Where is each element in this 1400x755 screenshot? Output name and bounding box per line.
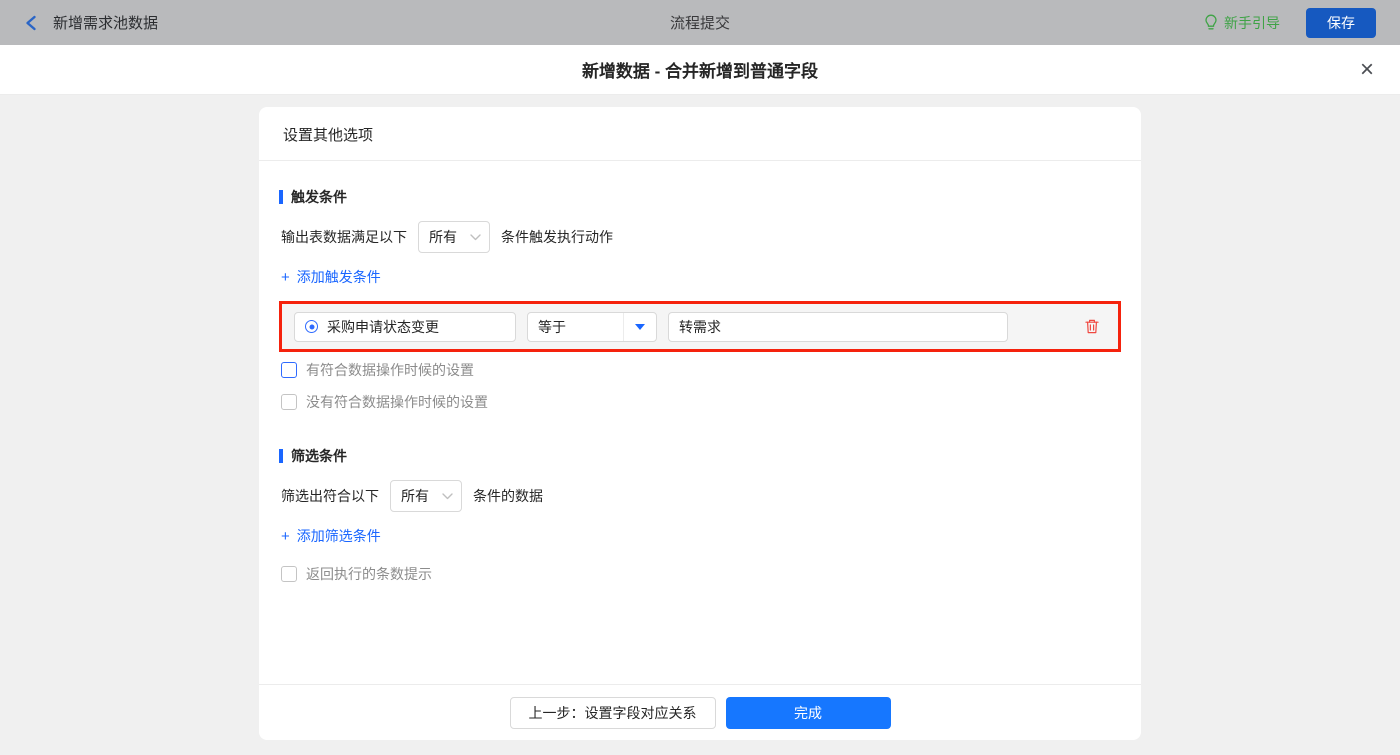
topbar: 新增需求池数据 流程提交 新手引导 保存 — [0, 0, 1400, 45]
chevron-down-icon — [470, 233, 481, 241]
page-title: 流程提交 — [669, 15, 730, 32]
checkbox-row-no-match: 没有符合数据操作时候的设置 — [281, 392, 1121, 412]
add-trigger-condition-link[interactable]: + 添加触发条件 — [281, 267, 381, 287]
condition-field-input[interactable]: 采购申请状态变更 — [294, 311, 516, 342]
panel-header: 设置其他选项 — [259, 107, 1141, 161]
trigger-condition-row: 采购申请状态变更 等于 转需求 — [279, 301, 1121, 352]
add-filter-condition-label: 添加筛选条件 — [296, 528, 381, 544]
trash-icon[interactable] — [1084, 318, 1100, 335]
options-panel: 设置其他选项 触发条件 输出表数据满足以下 所有 条件触发执行动作 + 添加触发… — [259, 107, 1141, 740]
checkbox-no-match[interactable] — [281, 394, 297, 410]
done-button[interactable]: 完成 — [725, 696, 891, 729]
trigger-section-label: 触发条件 — [291, 189, 347, 205]
operator-dropdown-arrow-zone[interactable] — [623, 312, 656, 341]
guide-link[interactable]: 新手引导 — [1204, 13, 1280, 33]
topbar-back-group[interactable]: 新增需求池数据 — [24, 12, 158, 33]
checkbox-has-match[interactable] — [281, 362, 297, 378]
chevron-down-icon — [442, 492, 453, 500]
checkbox-has-match-label: 有符合数据操作时候的设置 — [306, 362, 474, 378]
triangle-down-icon — [635, 323, 645, 330]
checkbox-row-has-match: 有符合数据操作时候的设置 — [281, 360, 1121, 380]
checkbox-no-match-label: 没有符合数据操作时候的设置 — [306, 394, 488, 410]
previous-step-button[interactable]: 上一步：设置字段对应关系 — [509, 696, 716, 729]
close-icon[interactable]: × — [1360, 57, 1374, 82]
condition-operator-value: 等于 — [538, 318, 566, 335]
trigger-match-sentence: 输出表数据满足以下 所有 条件触发执行动作 — [281, 221, 1121, 253]
checkbox-count-tip-label: 返回执行的条数提示 — [306, 566, 432, 582]
add-filter-condition-link[interactable]: + 添加筛选条件 — [281, 526, 381, 546]
filter-match-select[interactable]: 所有 — [390, 480, 462, 512]
trigger-sentence-prefix: 输出表数据满足以下 — [281, 229, 407, 245]
section-bar-icon — [279, 190, 283, 204]
condition-field-value: 采购申请状态变更 — [327, 318, 439, 335]
panel-body: 触发条件 输出表数据满足以下 所有 条件触发执行动作 + 添加触发条件 采购申请… — [259, 161, 1141, 684]
trigger-match-value: 所有 — [429, 229, 457, 245]
condition-operator-select[interactable]: 等于 — [527, 311, 657, 342]
back-label: 新增需求池数据 — [53, 15, 159, 32]
filter-match-sentence: 筛选出符合以下 所有 条件的数据 — [281, 480, 1121, 512]
panel-footer: 上一步：设置字段对应关系 完成 — [259, 684, 1141, 740]
filter-section-title: 筛选条件 — [279, 446, 1121, 466]
dialog-header: 新增数据 - 合并新增到普通字段 × — [0, 45, 1400, 95]
filter-match-value: 所有 — [401, 488, 429, 504]
save-button[interactable]: 保存 — [1306, 7, 1376, 38]
condition-value-text: 转需求 — [679, 318, 721, 335]
trigger-match-select[interactable]: 所有 — [418, 221, 490, 253]
dialog-title: 新增数据 - 合并新增到普通字段 — [581, 62, 819, 81]
dialog-body: 设置其他选项 触发条件 输出表数据满足以下 所有 条件触发执行动作 + 添加触发… — [0, 95, 1400, 755]
checkbox-count-tip[interactable] — [281, 566, 297, 582]
plus-icon: + — [281, 268, 290, 286]
guide-label: 新手引导 — [1224, 14, 1280, 31]
trigger-sentence-suffix: 条件触发执行动作 — [501, 229, 613, 245]
condition-value-input[interactable]: 转需求 — [668, 311, 1008, 342]
filter-sentence-suffix: 条件的数据 — [473, 488, 543, 504]
plus-icon: + — [281, 527, 290, 545]
trigger-section-title: 触发条件 — [279, 187, 1121, 207]
topbar-actions: 新手引导 保存 — [1204, 7, 1376, 38]
chevron-left-icon[interactable] — [24, 15, 38, 31]
filter-sentence-prefix: 筛选出符合以下 — [281, 488, 379, 504]
lightbulb-icon — [1204, 14, 1218, 31]
radio-selected-icon — [305, 320, 318, 333]
add-trigger-condition-label: 添加触发条件 — [296, 269, 381, 285]
checkbox-row-count-tip: 返回执行的条数提示 — [281, 564, 1121, 584]
filter-section-label: 筛选条件 — [291, 448, 347, 464]
section-bar-icon — [279, 449, 283, 463]
